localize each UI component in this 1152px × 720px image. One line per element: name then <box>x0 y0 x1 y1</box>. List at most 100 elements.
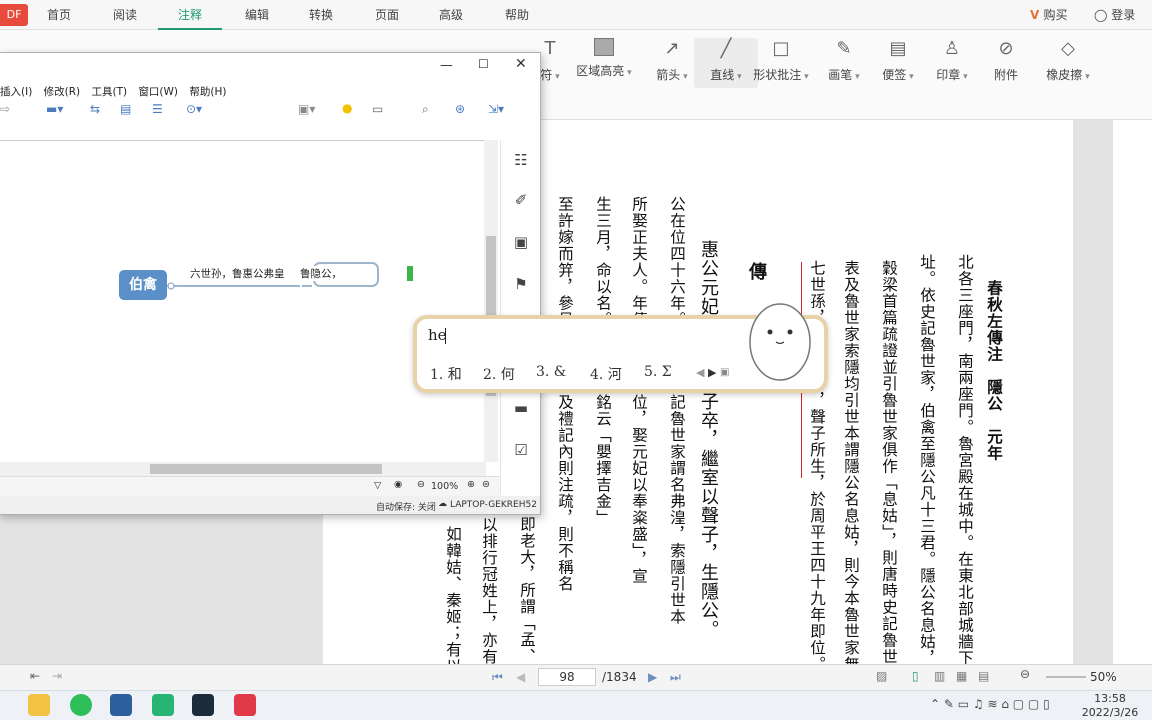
redo-icon[interactable]: ⇨ <box>0 102 10 116</box>
next-page-button[interactable]: ▶ <box>648 668 657 686</box>
close-icon[interactable]: ✕ <box>515 56 527 72</box>
maximize-button[interactable]: ☐ <box>478 57 489 71</box>
format-icon[interactable]: ☷ <box>511 150 531 170</box>
menu-insert[interactable]: 插入(I) <box>0 86 32 98</box>
ime-candidate-5[interactable]: 5. Σ <box>644 364 672 380</box>
page-zoom-level[interactable]: 50% <box>1090 668 1117 686</box>
topic-editing-text[interactable]: 鲁隐公， <box>300 266 342 281</box>
attachment-button[interactable]: ⊘ 附件 <box>974 38 1038 88</box>
expand-right-icon[interactable]: ⇥ <box>52 669 62 683</box>
ime-candidate-2[interactable]: 2. 何 <box>483 364 515 384</box>
menu-window[interactable]: 窗口(W) <box>138 86 178 98</box>
file-explorer-icon[interactable] <box>28 694 50 716</box>
login-button[interactable]: ◯ 登录 <box>1094 0 1135 30</box>
more-icon[interactable]: ⊙▾ <box>186 102 202 116</box>
xmind-icon[interactable] <box>234 694 256 716</box>
tab-edit[interactable]: 编辑 <box>236 0 278 30</box>
image-icon[interactable]: ▣ <box>511 232 531 252</box>
root-topic[interactable]: 伯禽 <box>119 270 167 300</box>
clock-time[interactable]: 13:58 <box>1080 692 1140 705</box>
zoom-in-button[interactable]: ⊕ <box>467 479 475 490</box>
app-logo[interactable]: DF <box>0 4 28 26</box>
vertical-scrollbar[interactable] <box>484 140 498 462</box>
zoom-out-button[interactable]: ⊖ <box>417 479 425 490</box>
continuous-page-icon[interactable]: ▥ <box>934 669 945 683</box>
boundary-icon[interactable]: ☰ <box>152 102 163 116</box>
attachment-icon: ⊘ <box>998 38 1014 59</box>
mascot-sticker <box>749 303 811 381</box>
photos-icon[interactable] <box>110 694 132 716</box>
terminal-icon[interactable] <box>192 694 214 716</box>
text-cursor <box>445 328 446 344</box>
summary-icon[interactable]: ▤ <box>120 102 131 116</box>
next-page-icon[interactable]: ▶ <box>708 366 716 379</box>
tab-annotate[interactable]: 注释 <box>158 0 222 30</box>
ime-candidate-1[interactable]: 1. 和 <box>430 364 462 384</box>
page-number-input[interactable]: 98 <box>538 668 596 686</box>
collapse-left-icon[interactable]: ⇤ <box>30 669 40 683</box>
menu-help[interactable]: 帮助(H) <box>189 86 226 98</box>
single-page-icon[interactable]: ▯ <box>912 669 919 683</box>
horizontal-scrollbar[interactable] <box>0 462 486 476</box>
zoom-slider[interactable] <box>1046 676 1086 678</box>
eye-icon[interactable]: ◉ <box>394 479 402 490</box>
wechat-icon[interactable] <box>70 694 92 716</box>
section-heading: 傳 <box>746 262 767 281</box>
tab-page[interactable]: 页面 <box>366 0 408 30</box>
share-icon[interactable]: ⊛ <box>455 102 465 116</box>
menu-tools[interactable]: 工具(T) <box>91 86 127 98</box>
search-icon[interactable]: ⌕ <box>422 102 429 117</box>
tab-home[interactable]: 首页 <box>38 0 80 30</box>
tab-advanced[interactable]: 高级 <box>430 0 472 30</box>
ime-candidate-3[interactable]: 3. & <box>536 364 566 380</box>
branch-topic[interactable]: 六世孙，鲁惠公弗皇 <box>190 266 285 281</box>
minimize-button[interactable]: — <box>440 58 453 73</box>
page-header: 春秋左傳注 隱公 元年 <box>985 280 1004 462</box>
task-icon[interactable]: ☑ <box>511 440 531 460</box>
tray-icons[interactable]: ⌃ ✎ ▭ ♫ ≋ ⌂ ▢ ▢ ▯ <box>930 697 1050 711</box>
pdf-app-icon[interactable] <box>152 694 174 716</box>
style-brush-icon[interactable]: ✐ <box>511 190 531 210</box>
tab-help[interactable]: 帮助 <box>496 0 538 30</box>
structure-icon[interactable]: ▬▾ <box>46 102 63 116</box>
text-icon: T <box>544 38 556 59</box>
prev-page-button[interactable]: ◀ <box>516 668 525 686</box>
buy-button[interactable]: V 购买 <box>1030 0 1067 30</box>
idea-icon[interactable]: ● <box>342 101 352 115</box>
eraser-button[interactable]: ◇ 橡皮擦 ▾ <box>1036 38 1100 88</box>
area-highlight-button[interactable]: 区域高亮 ▾ <box>572 38 636 88</box>
comment-icon[interactable]: ▬ <box>511 398 531 418</box>
ime-candidate-4[interactable]: 4. 河 <box>590 364 622 384</box>
mindmap-canvas[interactable] <box>0 140 486 462</box>
presentation-icon[interactable]: ▣▾ <box>298 102 315 116</box>
zoom-out-page-button[interactable]: ⊖ <box>1020 667 1030 681</box>
marker-flag-icon[interactable]: ⚑ <box>511 274 531 294</box>
menu-modify[interactable]: 修改(R) <box>44 86 81 98</box>
line-icon: ╱ <box>720 38 732 59</box>
first-page-button[interactable]: ⏮ <box>492 668 503 686</box>
tab-convert[interactable]: 转换 <box>300 0 342 30</box>
tab-read[interactable]: 阅读 <box>104 0 146 30</box>
text-column: 惠公元妃孟子，孟子卒，繼室以聲子，生隱公。 <box>698 240 719 639</box>
fit-page-icon[interactable]: ▨ <box>876 669 887 683</box>
double-page-icon[interactable]: ▦ <box>956 669 967 683</box>
read-mode-icon[interactable]: ▤ <box>978 669 989 683</box>
text-column: 即老大，所謂「孟、仲、 <box>518 516 536 664</box>
shape-annotation-button[interactable]: □ 形状批注 ▾ <box>748 38 814 88</box>
text-column: 至許嫁而笄，參見昏禮正義及禮記內則注疏，則不稱名 <box>556 196 574 592</box>
prev-page-icon[interactable]: ◀ <box>696 366 704 379</box>
user-icon: ◯ <box>1094 8 1112 22</box>
drag-handle[interactable] <box>407 266 413 281</box>
fit-button[interactable]: ⊜ <box>482 479 490 490</box>
last-page-button[interactable]: ⏭ <box>670 668 681 686</box>
relationship-icon[interactable]: ⇆ <box>90 102 100 116</box>
export-icon[interactable]: ⇲▾ <box>488 102 504 116</box>
clock-date[interactable]: 2022/3/26 <box>1070 706 1150 719</box>
outline-icon[interactable]: ▭ <box>372 102 383 116</box>
filter-icon[interactable]: ▽ <box>374 480 381 491</box>
ime-composition: he <box>428 326 447 344</box>
text-column: 址。依史記魯世家，伯禽至隱公凡十三君。隱公名息姑，公 <box>918 254 936 664</box>
arrow-icon: ↗ <box>664 38 680 59</box>
ime-expand-icon[interactable]: ▣ <box>720 367 729 378</box>
connector-lines <box>167 282 312 290</box>
